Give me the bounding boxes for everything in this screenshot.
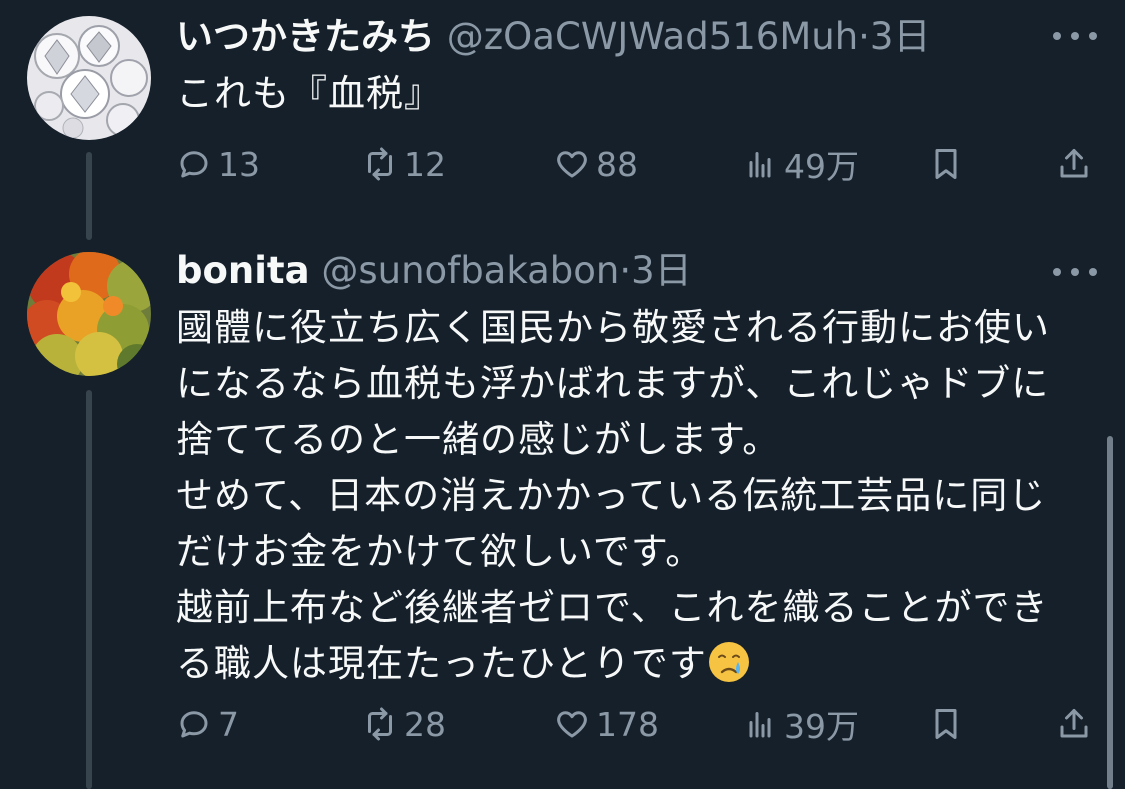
like-count: 178 bbox=[596, 704, 659, 744]
tweet[interactable]: bonita @sunofbakabon·3日 國體に役立ち広く国民から敬愛され… bbox=[0, 240, 1125, 789]
bookmark-icon bbox=[935, 709, 957, 739]
share-icon bbox=[1060, 149, 1088, 178]
tweet-header: いつかきたみち @zOaCWJWad516Muh·3日 bbox=[176, 12, 1085, 62]
reply-button[interactable]: 7 bbox=[176, 702, 239, 746]
retweet-icon bbox=[368, 147, 392, 181]
tweet-actions: 7 28 178 39万 bbox=[176, 702, 1096, 746]
tweet[interactable]: いつかきたみち @zOaCWJWad516Muh·3日 これも『血税』 13 1… bbox=[0, 0, 1125, 240]
views-button[interactable]: 49万 bbox=[742, 142, 859, 186]
reply-icon bbox=[180, 151, 208, 178]
heart-icon bbox=[557, 151, 587, 178]
crying-face-emoji-icon bbox=[708, 642, 749, 682]
reply-count: 7 bbox=[218, 704, 239, 744]
more-options-icon[interactable] bbox=[1053, 262, 1097, 282]
like-button[interactable]: 88 bbox=[554, 142, 638, 186]
retweet-count: 28 bbox=[404, 704, 446, 744]
handle[interactable]: @sunofbakabon bbox=[321, 249, 619, 292]
retweet-button[interactable]: 12 bbox=[362, 142, 446, 186]
timestamp[interactable]: 3日 bbox=[870, 15, 931, 58]
autumn-leaves-avatar-icon bbox=[27, 252, 151, 376]
separator-dot: · bbox=[858, 15, 870, 58]
display-name[interactable]: bonita bbox=[176, 249, 310, 292]
retweet-icon bbox=[368, 707, 392, 741]
heart-icon bbox=[557, 711, 587, 738]
handle[interactable]: @zOaCWJWad516Muh bbox=[447, 15, 858, 58]
share-button[interactable] bbox=[1056, 702, 1098, 746]
tweet-text: 國體に役立ち広く国民から敬愛される行動にお使いになるなら血税も浮かばれますが、こ… bbox=[176, 300, 1056, 692]
retweet-count: 12 bbox=[404, 144, 446, 184]
tweet-actions: 13 12 88 49万 bbox=[176, 142, 1096, 186]
tweet-text-content: 國體に役立ち広く国民から敬愛される行動にお使いになるなら血税も浮かばれますが、こ… bbox=[176, 306, 1050, 685]
analytics-icon bbox=[749, 152, 771, 178]
view-count: 49万 bbox=[784, 147, 859, 186]
share-button[interactable] bbox=[1056, 142, 1098, 186]
display-name[interactable]: いつかきたみち bbox=[176, 15, 435, 58]
more-options-icon[interactable] bbox=[1053, 26, 1097, 46]
thread-line bbox=[86, 152, 92, 240]
diamonds-avatar-icon bbox=[27, 16, 151, 140]
reply-count: 13 bbox=[218, 144, 260, 184]
separator-dot: · bbox=[619, 249, 632, 292]
tweet-header: bonita @sunofbakabon·3日 bbox=[176, 246, 1085, 296]
share-icon bbox=[1060, 709, 1088, 738]
bookmark-button[interactable] bbox=[928, 702, 970, 746]
scrollbar[interactable] bbox=[1107, 436, 1113, 789]
analytics-icon bbox=[749, 712, 771, 738]
avatar[interactable] bbox=[27, 252, 151, 376]
avatar[interactable] bbox=[27, 16, 151, 140]
like-count: 88 bbox=[596, 144, 638, 184]
reply-icon bbox=[180, 711, 208, 738]
reply-button[interactable]: 13 bbox=[176, 142, 260, 186]
view-count: 39万 bbox=[784, 707, 859, 746]
bookmark-button[interactable] bbox=[928, 142, 970, 186]
tweet-text: これも『血税』 bbox=[176, 72, 442, 115]
retweet-button[interactable]: 28 bbox=[362, 702, 446, 746]
views-button[interactable]: 39万 bbox=[742, 702, 859, 746]
timestamp[interactable]: 3日 bbox=[631, 249, 692, 292]
thread-line bbox=[86, 390, 92, 789]
like-button[interactable]: 178 bbox=[554, 702, 659, 746]
timeline: いつかきたみち @zOaCWJWad516Muh·3日 これも『血税』 13 1… bbox=[0, 0, 1125, 789]
bookmark-icon bbox=[935, 149, 957, 179]
